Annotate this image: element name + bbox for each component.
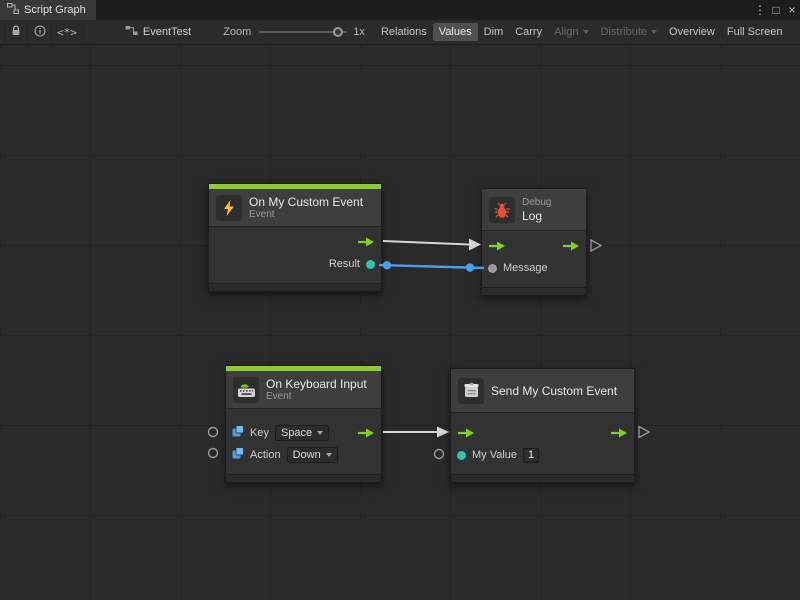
node-on-keyboard-input[interactable]: On Keyboard Input Event Key Space — [225, 365, 382, 483]
tab-script-graph[interactable]: Script Graph — [0, 0, 96, 20]
flow-wire-custom-event-to-log — [383, 239, 481, 251]
dim-button[interactable]: Dim — [478, 23, 510, 41]
action-port-label: Action — [250, 449, 281, 461]
node-footer — [209, 283, 381, 291]
flow-output-port[interactable] — [610, 427, 628, 439]
node-subtitle: Event — [249, 209, 363, 221]
keyboard-icon — [233, 377, 259, 403]
enum-type-icon — [232, 446, 244, 464]
key-port-label: Key — [250, 427, 269, 439]
bug-icon — [489, 197, 515, 223]
key-dropdown[interactable]: Space — [275, 425, 329, 441]
node-category: Debug — [522, 197, 551, 209]
info-icon — [34, 25, 46, 40]
my-value-input-port[interactable] — [457, 451, 466, 460]
graph-toolbar: <*> EventTest Zoom 1x Relations Values D… — [0, 20, 800, 45]
my-value-port-label: My Value — [472, 449, 517, 461]
tabbar-spacer — [96, 0, 752, 20]
send-flow-continuation-icon[interactable] — [639, 427, 649, 438]
flow-wire-keyboard-to-send — [383, 427, 449, 438]
align-dropdown-button[interactable]: Align — [548, 23, 594, 41]
maximize-icon[interactable]: □ — [768, 0, 784, 20]
chevron-down-icon — [583, 30, 589, 34]
graph-tab-icon — [7, 3, 19, 17]
fullscreen-button[interactable]: Full Screen — [721, 23, 789, 41]
node-title: Log — [522, 209, 551, 223]
code-preview-button[interactable]: <*> — [52, 22, 83, 43]
message-port-label: Message — [503, 262, 548, 274]
graph-breadcrumb[interactable]: EventTest — [125, 25, 191, 39]
key-unconnected-port[interactable] — [209, 428, 218, 437]
my-value-field[interactable] — [523, 448, 539, 463]
lightning-icon — [216, 195, 242, 221]
flow-input-port[interactable] — [457, 427, 475, 439]
lock-toggle-button[interactable] — [4, 22, 28, 43]
script-graph-asset-icon — [125, 25, 138, 39]
graph-name: EventTest — [143, 26, 191, 38]
wire-overlay — [0, 45, 800, 600]
result-port-label: Result — [329, 258, 360, 270]
action-unconnected-port[interactable] — [209, 449, 218, 458]
flow-input-port[interactable] — [488, 240, 506, 252]
close-icon[interactable]: × — [784, 0, 800, 20]
flow-output-port[interactable] — [357, 236, 375, 248]
action-dropdown[interactable]: Down — [287, 447, 338, 463]
relations-button[interactable]: Relations — [375, 23, 433, 41]
tab-bar: Script Graph ⋮ □ × — [0, 0, 800, 20]
value-wire-result-to-message — [380, 261, 483, 272]
node-footer — [451, 474, 634, 482]
log-flow-continuation-icon[interactable] — [591, 240, 601, 251]
tab-title: Script Graph — [24, 4, 86, 16]
node-send-my-custom-event[interactable]: Send My Custom Event My Value — [450, 368, 635, 483]
message-input-port[interactable] — [488, 264, 497, 273]
overview-button[interactable]: Overview — [663, 23, 721, 41]
code-icon: <*> — [57, 26, 77, 39]
result-output-port[interactable] — [366, 260, 375, 269]
node-footer — [226, 474, 381, 482]
node-footer — [482, 287, 586, 295]
values-button[interactable]: Values — [433, 23, 478, 41]
chevron-down-icon — [651, 30, 657, 34]
inspect-button[interactable] — [28, 22, 52, 43]
distribute-dropdown-button[interactable]: Distribute — [595, 23, 663, 41]
zoom-slider-knob[interactable] — [333, 27, 343, 37]
flow-output-port[interactable] — [562, 240, 580, 252]
chevron-down-icon — [326, 453, 332, 457]
node-debug-log[interactable]: Debug Log Message — [481, 188, 587, 296]
my-value-unconnected-port[interactable] — [435, 450, 444, 459]
zoom-value: 1x — [353, 26, 365, 38]
node-title: On My Custom Event — [249, 195, 363, 209]
node-title: Send My Custom Event — [491, 384, 617, 398]
node-subtitle: Event — [266, 391, 367, 403]
kebab-menu-icon[interactable]: ⋮ — [752, 0, 768, 20]
lock-icon — [10, 25, 22, 40]
custom-event-icon — [458, 378, 484, 404]
node-title: On Keyboard Input — [266, 377, 367, 391]
node-on-my-custom-event[interactable]: On My Custom Event Event Result — [208, 183, 382, 292]
keycode-type-icon — [232, 424, 244, 442]
graph-canvas[interactable]: On My Custom Event Event Result — [0, 45, 800, 600]
zoom-label: Zoom — [223, 26, 251, 38]
flow-output-port[interactable] — [357, 427, 375, 439]
carry-button[interactable]: Carry — [509, 23, 548, 41]
zoom-slider[interactable] — [259, 27, 347, 37]
chevron-down-icon — [317, 431, 323, 435]
